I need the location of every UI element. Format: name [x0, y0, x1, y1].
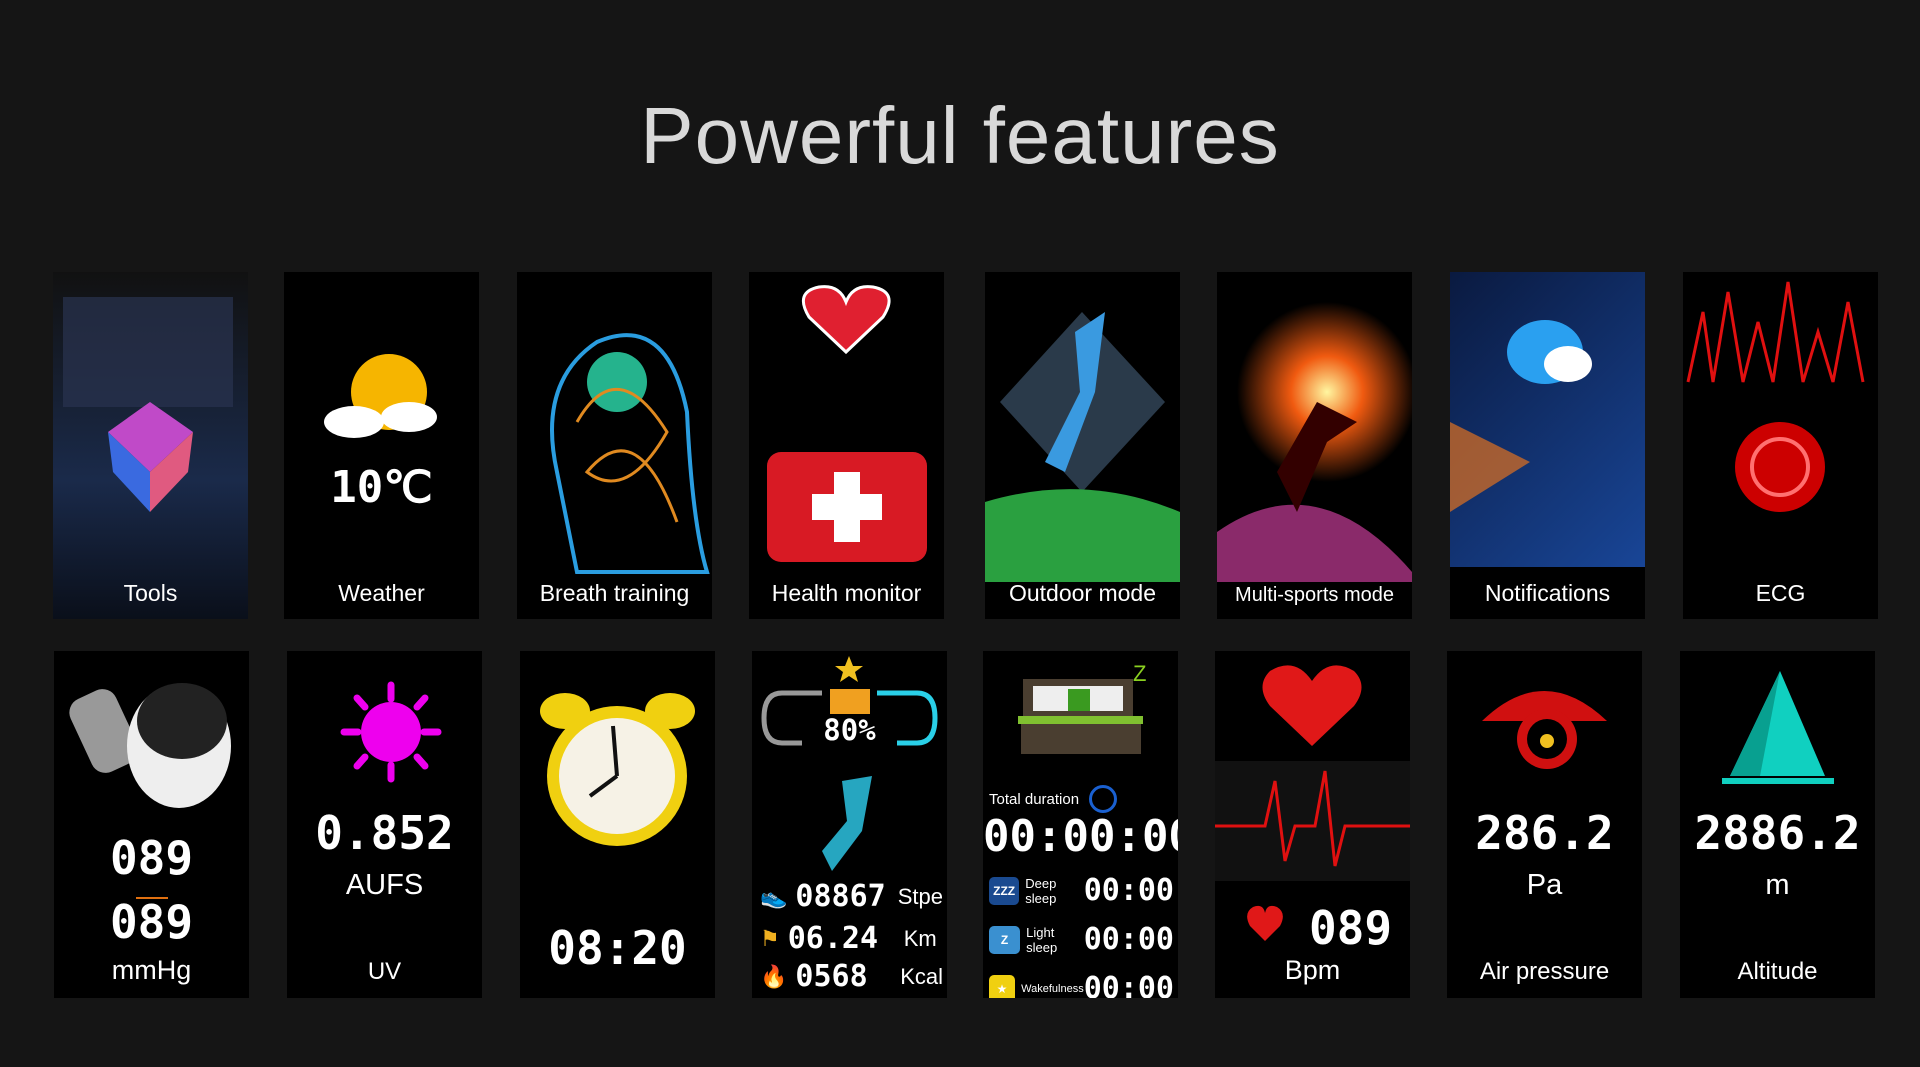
feature-blood-pressure[interactable]: 089 089 mmHg — [54, 651, 249, 998]
uv-label: UV — [367, 958, 402, 985]
feature-air-pressure[interactable]: 286.2 Pa Air pressure — [1447, 651, 1642, 998]
feature-weather[interactable]: 10℃ Weather — [284, 272, 479, 619]
feature-breath-training[interactable]: Breath training — [517, 272, 712, 619]
systolic-value: 089 — [109, 831, 194, 885]
heart-rate-value: 089 — [1308, 901, 1393, 955]
wakefulness-value: 00:00 — [1083, 971, 1174, 998]
temperature: 10℃ — [330, 462, 433, 513]
altitude-unit: m — [1765, 869, 1790, 901]
heart-rate-unit: Bpm — [1284, 955, 1341, 985]
chat-bubble-icon — [1450, 320, 1645, 619]
feature-outdoor-mode[interactable]: Outdoor mode — [985, 272, 1180, 619]
wakefulness-label: Wakefulness — [1021, 982, 1084, 995]
feature-label: ECG — [1755, 580, 1806, 606]
total-duration-value: 00:00:00 — [983, 811, 1178, 862]
feature-notifications[interactable]: Notifications — [1450, 272, 1645, 619]
feature-tools[interactable]: Tools — [53, 272, 248, 619]
goal-percent: 80% — [823, 713, 876, 747]
cube-icon — [63, 297, 233, 512]
page-title: Powerful features — [640, 91, 1280, 180]
distance-unit: Km — [903, 925, 937, 951]
basketball-player-icon — [985, 312, 1180, 582]
flag-icon: ⚑ — [760, 925, 780, 951]
deep-sleep-value: 00:00 — [1083, 873, 1174, 908]
deep-sleep-icon: ZZZ — [989, 876, 1020, 905]
air-pressure-unit: Pa — [1526, 869, 1563, 901]
air-pressure-value: 286.2 — [1475, 806, 1614, 860]
feature-altitude[interactable]: 2886.2 m Altitude — [1680, 651, 1875, 998]
steps-value: 08867 — [795, 879, 886, 914]
feature-uv[interactable]: 0.852 AUFS UV — [287, 651, 482, 998]
wakefulness-star-icon: ★ — [989, 974, 1016, 998]
unit-label: mmHg — [111, 955, 192, 985]
feature-sleep[interactable]: Z Total duration 00:00:00 ZZZ Deep sleep 0… — [983, 651, 1178, 998]
alarm-time: 08:20 — [548, 921, 687, 975]
clock-icon — [1089, 785, 1118, 813]
feature-label: Notifications — [1484, 580, 1611, 606]
feature-heart-rate[interactable]: 089 Bpm — [1215, 651, 1410, 998]
ecg-icon — [1686, 281, 1865, 512]
feature-health-monitor[interactable]: Health monitor — [749, 272, 944, 619]
runner-icon — [1217, 302, 1412, 582]
calories-value: 0568 — [795, 959, 868, 994]
deep-sleep-label: Deep sleep — [1025, 875, 1057, 906]
sun-cloud-icon — [324, 354, 437, 438]
feature-alarm[interactable]: 08:20 — [520, 651, 715, 998]
uv-value: 0.852 — [315, 806, 454, 860]
uv-unit: AUFS — [345, 869, 424, 901]
feature-label: Outdoor mode — [1008, 580, 1157, 606]
medical-kit-icon — [767, 285, 927, 562]
svg-text:Z: Z — [1133, 661, 1146, 686]
feature-label: Breath training — [539, 580, 690, 606]
shoe-icon: 👟 — [760, 883, 788, 909]
light-sleep-value: 00:00 — [1083, 922, 1174, 957]
diastolic-value: 089 — [109, 895, 194, 949]
head-icon — [550, 333, 710, 574]
steps-unit: Stpe — [897, 883, 943, 909]
feature-activity[interactable]: 80% 👟 08867 Stpe ⚑ 06.24 Km 🔥 0568 Kcal — [752, 651, 947, 998]
light-sleep-label: Light sleep — [1026, 924, 1058, 955]
altitude-value: 2886.2 — [1694, 806, 1861, 860]
feature-multi-sports-mode[interactable]: Multi-sports mode — [1217, 272, 1412, 619]
feature-label: Multi-sports mode — [1235, 584, 1394, 606]
air-pressure-label: Air pressure — [1479, 958, 1610, 985]
feature-ecg[interactable]: ECG — [1683, 272, 1878, 619]
light-sleep-icon: Z — [989, 925, 1021, 954]
distance-value: 06.24 — [787, 921, 879, 956]
altitude-label: Altitude — [1737, 958, 1818, 985]
feature-label: Tools — [123, 580, 178, 606]
total-duration-label-row: Total duration — [989, 785, 1118, 813]
total-duration-label: Total duration — [989, 790, 1080, 808]
feature-label: Health monitor — [771, 580, 922, 606]
fire-icon: 🔥 — [760, 963, 788, 989]
feature-label: Weather — [338, 580, 425, 606]
calories-unit: Kcal — [900, 963, 943, 989]
